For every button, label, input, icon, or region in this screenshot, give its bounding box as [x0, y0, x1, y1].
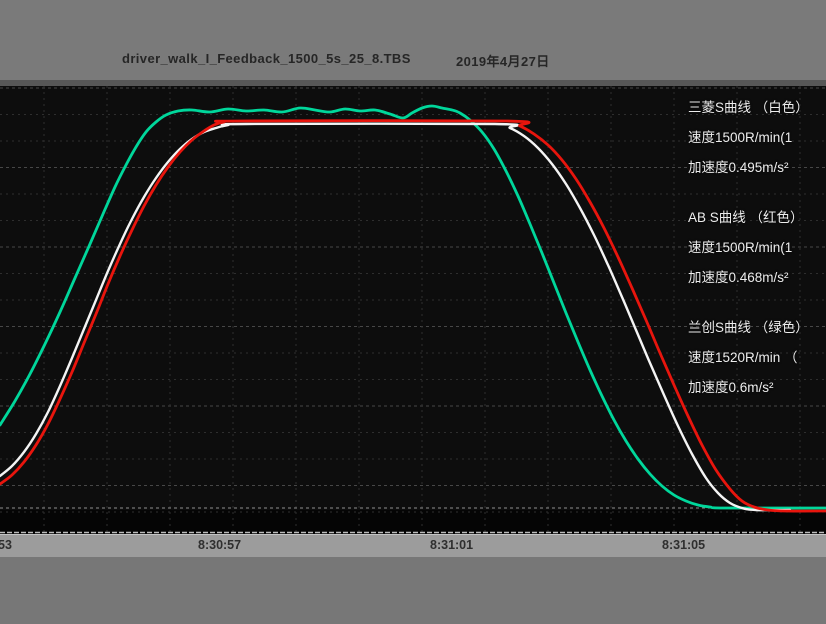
title-row: driver_walk_I_Feedback_1500_5s_25_8.TBS …: [0, 51, 826, 69]
legend-series-name: 三菱S曲线 （白色）: [688, 93, 826, 123]
legend-series-name: AB S曲线 （红色）: [688, 203, 826, 233]
plot-area[interactable]: 三菱S曲线 （白色） 速度1500R/min(1 加速度0.495m/s² AB…: [0, 86, 826, 534]
legend-block-lanchuang: 兰创S曲线 （绿色） 速度1520R/min （ 加速度0.6m/s²: [688, 313, 826, 403]
legend-speed-value: 速度1500R/min(1: [688, 123, 826, 153]
chart-title: driver_walk_I_Feedback_1500_5s_25_8.TBS: [122, 51, 411, 66]
x-tick-label: 8:31:01: [430, 538, 473, 552]
chart-date: 2019年4月27日: [456, 51, 550, 70]
legend-accel-value: 加速度0.468m/s²: [688, 263, 826, 293]
legend-block-ab: AB S曲线 （红色） 速度1500R/min(1 加速度0.468m/s²: [688, 203, 826, 293]
x-tick-label: 8:31:05: [662, 538, 705, 552]
legend-accel-value: 加速度0.495m/s²: [688, 153, 826, 183]
legend-speed-value: 速度1500R/min(1: [688, 233, 826, 263]
legend-accel-value: 加速度0.6m/s²: [688, 373, 826, 403]
x-tick-label: 8:30:57: [198, 538, 241, 552]
x-axis-strip: 53 8:30:57 8:31:01 8:31:05: [0, 534, 826, 558]
legend-speed-value: 速度1520R/min （: [688, 343, 826, 373]
legend-block-mitsubishi: 三菱S曲线 （白色） 速度1500R/min(1 加速度0.495m/s²: [688, 93, 826, 183]
chart-header: driver_walk_I_Feedback_1500_5s_25_8.TBS …: [0, 0, 826, 80]
below-zero-band: [0, 510, 826, 534]
x-tick-label: 53: [0, 538, 12, 552]
legend-series-name: 兰创S曲线 （绿色）: [688, 313, 826, 343]
tbs-chart-window: { "header": { "title": "driver_walk_I_Fe…: [0, 0, 826, 624]
footer-area: [0, 557, 826, 624]
